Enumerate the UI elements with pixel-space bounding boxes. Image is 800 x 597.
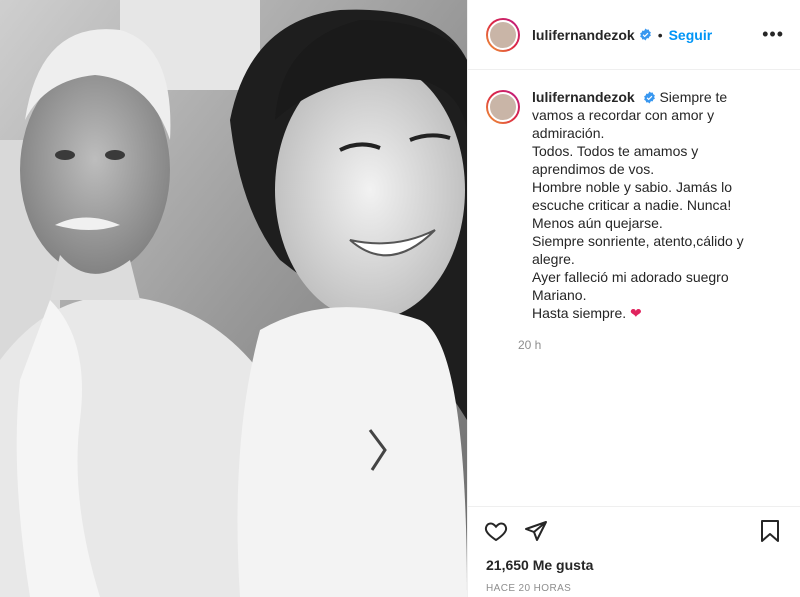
author-avatar[interactable] [486,17,520,52]
like-button[interactable] [482,517,510,545]
header-separator: • [657,26,663,43]
ellipsis-icon[interactable]: ••• [762,24,784,45]
save-button[interactable] [756,517,784,545]
avatar-image [488,92,518,122]
likes-label: Me gusta [532,557,594,573]
paper-plane-icon [525,521,547,541]
post-photo[interactable] [0,0,467,597]
caption-text-block: lulifernandezok Siempre te vamos a recor… [532,88,772,322]
caption-author-avatar[interactable] [486,90,520,124]
post-sidebar: lulifernandezok • Seguir ••• lulifernand… [467,0,800,597]
share-button[interactable] [522,517,550,545]
post-timestamp[interactable]: HACE 20 HORAS [468,573,800,594]
likes-count[interactable]: 21,650 Me gusta [468,545,800,573]
post-footer: 21,650 Me gusta HACE 20 HORAS [468,506,800,597]
avatar-image [488,19,518,50]
post-photo-image [0,0,467,597]
author-username[interactable]: lulifernandezok [532,27,635,43]
verified-badge-icon [639,28,651,41]
likes-number: 21,650 [486,557,529,573]
caption-block: lulifernandezok Siempre te vamos a recor… [468,70,800,322]
follow-button[interactable]: Seguir [669,27,713,43]
caption-timestamp: 20 h [518,338,542,352]
post-header: lulifernandezok • Seguir ••• [468,0,800,70]
red-heart-emoji-icon: ❤ [630,305,642,321]
caption-body: Siempre te vamos a recordar con amor y a… [532,89,744,321]
bookmark-icon [761,520,779,542]
heart-outline-icon [484,522,508,542]
instagram-post: lulifernandezok • Seguir ••• lulifernand… [0,0,800,597]
action-bar [468,507,800,545]
verified-badge-icon [643,91,655,104]
caption-username[interactable]: lulifernandezok [532,89,635,105]
